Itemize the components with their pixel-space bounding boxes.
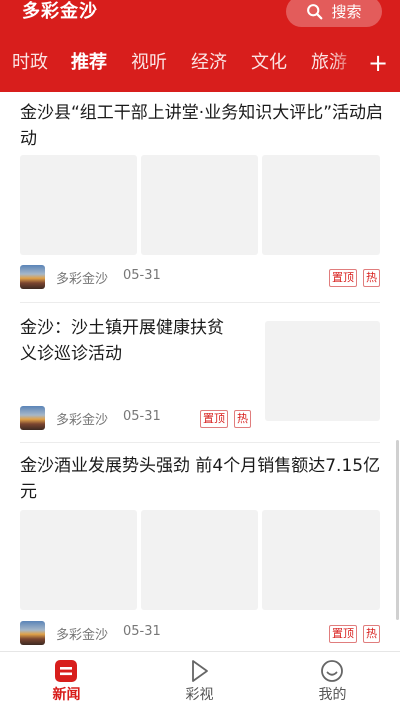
- tab-shizheng[interactable]: 时政: [12, 44, 48, 82]
- pinned-badge: 置顶: [200, 410, 228, 428]
- tab-wenhua[interactable]: 文化: [251, 44, 287, 82]
- hot-badge: 热: [363, 625, 380, 643]
- news-meta: 多彩金沙 05-31 置顶 热: [20, 265, 384, 291]
- news-thumbnail[interactable]: [20, 510, 137, 610]
- news-thumbnail[interactable]: [141, 155, 258, 255]
- nav-news-label: 新闻: [52, 687, 81, 703]
- search-label: 搜索: [331, 3, 362, 21]
- news-date: 05-31: [123, 409, 161, 424]
- search-button[interactable]: 搜索: [286, 0, 382, 27]
- news-title[interactable]: 金沙酒业发展势头强劲 前4个月销售额达7.15亿元: [20, 453, 384, 505]
- hot-badge: 热: [234, 410, 251, 428]
- news-thumbnail[interactable]: [20, 155, 137, 255]
- news-thumbnail[interactable]: [265, 321, 380, 421]
- tab-shiting[interactable]: 视听: [131, 44, 167, 82]
- profile-icon: [321, 660, 343, 682]
- source-avatar: [20, 406, 45, 430]
- news-item[interactable]: 金沙县“组工干部上讲堂·业务知识大评比”活动启动 多彩金沙 05-31 置顶 热: [0, 92, 400, 302]
- nav-news[interactable]: 新闻: [0, 652, 133, 711]
- news-icon: [55, 660, 77, 682]
- pinned-badge: 置顶: [329, 269, 357, 287]
- tabs-fade: [330, 44, 360, 82]
- news-item[interactable]: 金沙：沙土镇开展健康扶贫义诊巡诊活动 多彩金沙 05-31 置顶 热: [0, 303, 400, 443]
- source-avatar: [20, 265, 45, 289]
- news-meta: 多彩金沙 05-31 置顶 热: [20, 406, 260, 432]
- news-meta: 多彩金沙 05-31 置顶 热: [20, 621, 384, 647]
- source-avatar: [20, 621, 45, 645]
- app-header: 多彩金沙 搜索 时政 推荐 视听 经济 文化 旅游 +: [0, 0, 400, 92]
- news-source: 多彩金沙: [56, 628, 109, 643]
- news-item[interactable]: 金沙酒业发展势头强劲 前4个月销售额达7.15亿元 多彩金沙 05-31 置顶 …: [0, 443, 400, 650]
- scrollbar[interactable]: [396, 440, 399, 620]
- bottom-nav: 新闻 彩视 我的: [0, 651, 400, 711]
- nav-video[interactable]: 彩视: [133, 652, 266, 711]
- pinned-badge: 置顶: [329, 625, 357, 643]
- news-thumbnail[interactable]: [262, 510, 380, 610]
- play-icon: [192, 660, 208, 682]
- nav-profile-label: 我的: [318, 687, 347, 703]
- news-thumbnail[interactable]: [141, 510, 258, 610]
- add-channel-button[interactable]: +: [362, 44, 394, 82]
- news-date: 05-31: [123, 268, 161, 283]
- hot-badge: 热: [363, 269, 380, 287]
- tab-jingji[interactable]: 经济: [191, 44, 227, 82]
- news-thumbnail[interactable]: [262, 155, 380, 255]
- app-title: 多彩金沙: [22, 1, 98, 22]
- news-source: 多彩金沙: [56, 413, 109, 428]
- search-icon: [307, 4, 323, 20]
- category-tabs: 时政 推荐 视听 经济 文化 旅游: [0, 44, 358, 82]
- news-date: 05-31: [123, 624, 161, 639]
- news-title[interactable]: 金沙县“组工干部上讲堂·业务知识大评比”活动启动: [20, 100, 384, 152]
- nav-profile[interactable]: 我的: [266, 652, 399, 711]
- tab-tuijian[interactable]: 推荐: [71, 44, 107, 82]
- news-title[interactable]: 金沙：沙土镇开展健康扶贫义诊巡诊活动: [20, 315, 240, 367]
- news-source: 多彩金沙: [56, 272, 109, 287]
- nav-video-label: 彩视: [185, 687, 214, 703]
